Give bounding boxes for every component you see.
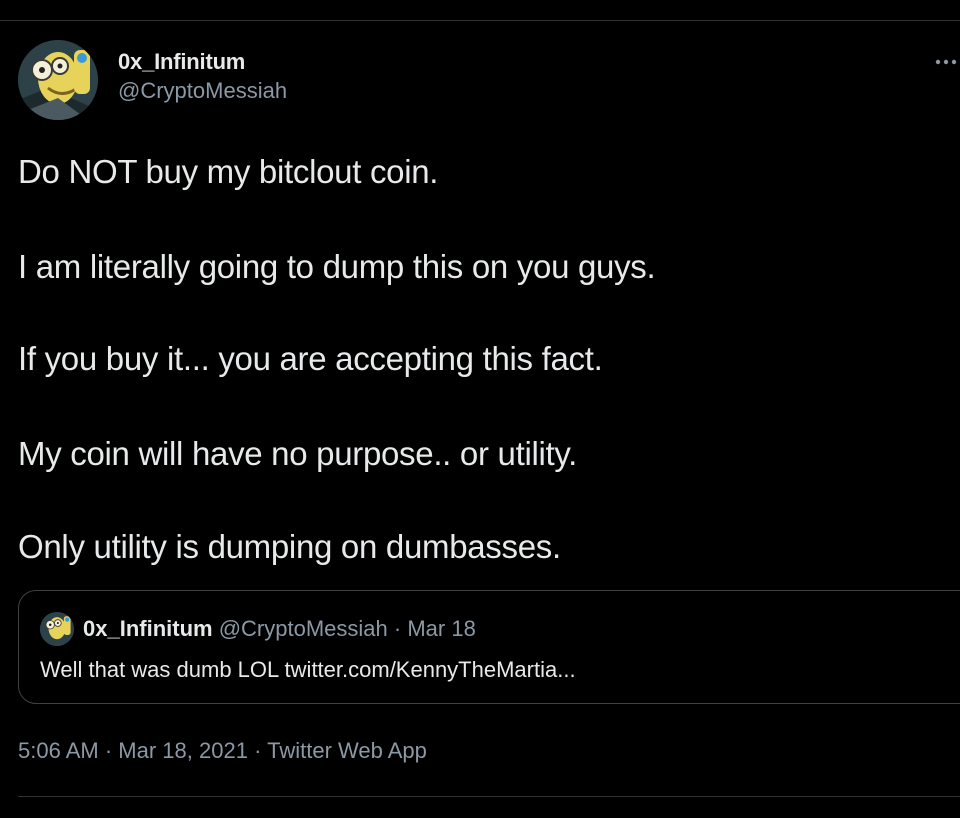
tweet-time[interactable]: 5:06 AM: [18, 738, 99, 763]
quote-separator: ·: [393, 616, 402, 641]
more-horizontal-icon[interactable]: [932, 52, 960, 72]
tweet-author[interactable]: 0x_Infinitum @CryptoMessiah: [118, 48, 287, 106]
author-display-name[interactable]: 0x_Infinitum: [118, 48, 287, 76]
tweet-text-line: If you buy it... you are accepting this …: [18, 340, 603, 377]
quote-avatar-image: [40, 612, 74, 646]
bottom-divider: [18, 796, 960, 797]
quote-handle: @CryptoMessiah: [218, 616, 388, 641]
tweet-source[interactable]: Twitter Web App: [267, 738, 427, 763]
tweet-date[interactable]: Mar 18, 2021: [118, 738, 248, 763]
avatar-image: [18, 40, 98, 120]
tweet-text-line: Do NOT buy my bitclout coin.: [18, 153, 439, 190]
meta-separator: ·: [104, 738, 113, 763]
tweet-text-line: My coin will have no purpose.. or utilit…: [18, 435, 578, 472]
tweet-text-line: I am literally going to dump this on you…: [18, 248, 656, 285]
quote-date: Mar 18: [407, 616, 476, 641]
quote-display-name: 0x_Infinitum: [83, 616, 213, 641]
author-handle[interactable]: @CryptoMessiah: [118, 76, 287, 106]
quoted-tweet-card[interactable]: 0x_Infinitum @CryptoMessiah · Mar 18 Wel…: [18, 590, 960, 704]
avatar[interactable]: [18, 40, 98, 120]
top-divider: [0, 20, 960, 21]
meta-separator: ·: [254, 738, 262, 763]
tweet-text-line: Only utility is dumping on dumbasses.: [18, 528, 561, 565]
quote-text: Well that was dumb LOL twitter.com/Kenny…: [40, 657, 576, 682]
quote-avatar: [40, 612, 74, 646]
tweet-metadata: 5:06 AM · Mar 18, 2021 · Twitter Web App: [18, 736, 427, 766]
quote-header: 0x_Infinitum @CryptoMessiah · Mar 18: [83, 615, 476, 643]
